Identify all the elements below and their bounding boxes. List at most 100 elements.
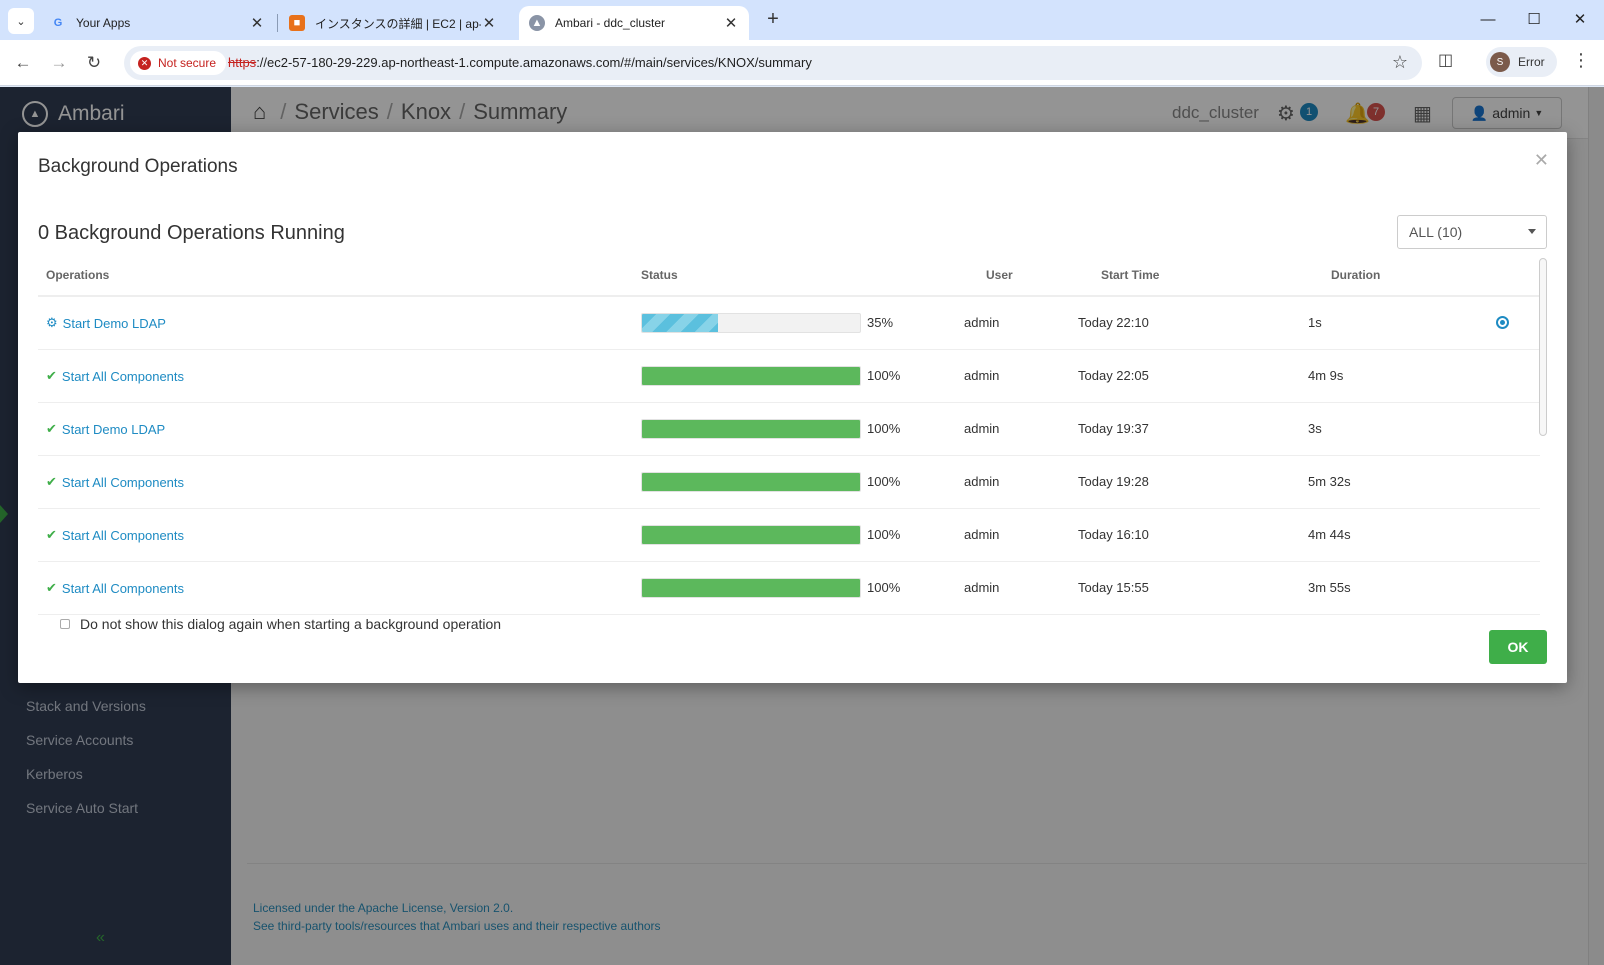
reload-icon[interactable]: ↻ [80,49,108,77]
operation-link[interactable]: ✔ Start All Components [46,527,184,543]
table-row: ✔ Start All Components 100% admin Today 19:2… [38,456,1540,509]
tab-your-apps[interactable]: G Your Apps ✕ [40,6,275,40]
operation-user: admin [964,368,1000,383]
operation-user: admin [964,315,1000,330]
background-operations-modal: Background Operations ✕ 0 Background Ope… [18,132,1567,683]
check-icon: ✔ [46,580,57,595]
progress-fill [642,526,860,544]
progress-percent: 100% [867,368,901,383]
close-icon[interactable]: ✕ [1534,150,1549,171]
operation-link[interactable]: ✔ Start Demo LDAP [46,421,165,437]
warning-icon: ✕ [138,56,151,70]
dont-show-again[interactable]: Do not show this dialog again when start… [60,616,501,632]
address-bar[interactable]: ✕ Not secure https://ec2-57-180-29-229.a… [124,46,1422,80]
dont-show-label: Do not show this dialog again when start… [80,616,502,632]
table-header: Operations Status User Start Time Durati… [38,257,1540,297]
tab-ambari[interactable]: ▲ Ambari - ddc_cluster ✕ [519,6,749,40]
abort-operation-icon[interactable] [1496,316,1509,329]
back-icon[interactable]: ← [9,49,37,77]
check-icon: ✔ [46,474,57,489]
minimize-icon[interactable]: — [1468,6,1508,34]
progress-bar [641,419,861,439]
tab-ec2-instance[interactable]: ■ インスタンスの詳細 | EC2 | ap-nort ✕ [279,6,507,40]
progress-fill [642,314,719,332]
chevron-down-icon [1528,229,1536,234]
operation-link[interactable]: ✔ Start All Components [46,474,184,490]
gears-icon: ⚙ [46,315,58,330]
operation-duration: 3s [1308,421,1322,436]
filter-value: ALL (10) [1409,224,1463,240]
new-tab-icon[interactable]: + [760,8,786,31]
operation-name: Start All Components [61,368,185,384]
browser-tab-strip: ⌄ G Your Apps ✕ ■ インスタンスの詳細 | EC2 | ap-n… [0,0,1604,40]
progress-bar [641,366,861,386]
aws-icon: ■ [289,15,305,31]
col-status: Status [641,268,678,282]
col-start-time: Start Time [1101,268,1160,282]
operations-filter-select[interactable]: ALL (10) [1397,215,1547,249]
profile-button[interactable]: S Error [1486,47,1557,77]
operation-user: admin [964,474,1000,489]
tab-title: Ambari - ddc_cluster [555,16,666,30]
progress-bar [641,578,861,598]
tab-title: Your Apps [76,16,131,30]
close-icon[interactable]: ✕ [723,14,739,32]
table-row: ✔ Start All Components 100% admin Today 15:5… [38,562,1540,615]
operation-duration: 4m 44s [1308,527,1351,542]
progress-fill [642,367,860,385]
operations-table: Operations Status User Start Time Durati… [38,257,1540,615]
col-user: User [986,268,1013,282]
modal-title: Background Operations [38,156,238,177]
tab-search-icon[interactable]: ⌄ [8,8,34,34]
forward-icon[interactable]: → [45,49,73,77]
col-duration: Duration [1331,268,1381,282]
tab-separator [277,14,278,32]
progress-percent: 100% [867,580,901,595]
window-close-icon[interactable]: ✕ [1560,6,1600,34]
table-row: ⚙ Start Demo LDAP 35% admin Today 22:10 1s [38,297,1540,350]
operation-link[interactable]: ✔ Start All Components [46,580,184,596]
operation-link[interactable]: ⚙ Start Demo LDAP [46,315,166,331]
table-row: ✔ Start All Components 100% admin Today 22:0… [38,350,1540,403]
close-icon[interactable]: ✕ [481,14,497,32]
operation-link[interactable]: ✔ Start All Components [46,368,184,384]
operation-start-time: Today 15:55 [1078,580,1149,595]
bookmark-star-icon[interactable]: ☆ [1392,52,1408,73]
progress-percent: 100% [867,527,901,542]
progress-fill [642,420,860,438]
operation-name: Start Demo LDAP [61,421,166,437]
running-count: 0 Background Operations Running [38,222,345,244]
operation-user: admin [964,580,1000,595]
browser-menu-icon[interactable]: ⋮ [1572,50,1590,71]
table-body: ⚙ Start Demo LDAP 35% admin Today 22:10 1s ✔ St… [38,297,1540,615]
operation-name: Start All Components [61,580,185,596]
operation-start-time: Today 19:28 [1078,474,1149,489]
table-row: ✔ Start All Components 100% admin Today 16:1… [38,509,1540,562]
security-chip[interactable]: ✕ Not secure [130,51,227,75]
ok-button[interactable]: OK [1489,630,1547,664]
operation-user: admin [964,421,1000,436]
operation-name: Start All Components [61,474,185,490]
browser-toolbar: ← → ↻ ✕ Not secure https://ec2-57-180-29… [0,40,1604,86]
operation-duration: 4m 9s [1308,368,1344,383]
progress-fill [642,473,860,491]
check-icon: ✔ [46,368,57,383]
progress-percent: 35% [867,315,894,330]
close-icon[interactable]: ✕ [249,14,265,32]
operation-name: Start Demo LDAP [62,315,166,331]
ambari-icon: ▲ [529,15,545,31]
maximize-icon[interactable]: ☐ [1514,6,1554,34]
operation-user: admin [964,527,1000,542]
google-icon: G [53,17,63,29]
check-icon: ✔ [46,527,57,542]
operation-start-time: Today 16:10 [1078,527,1149,542]
progress-percent: 100% [867,474,901,489]
progress-percent: 100% [867,421,901,436]
extensions-icon[interactable]: ◫ [1438,50,1453,70]
url-rest: ://ec2-57-180-29-229.ap-northeast-1.comp… [256,55,812,70]
tab-title: インスタンスの詳細 | EC2 | ap-nort [315,16,481,31]
dont-show-checkbox[interactable] [60,619,70,629]
avatar: S [1490,52,1510,72]
url-text[interactable]: https://ec2-57-180-29-229.ap-northeast-1… [228,55,812,70]
table-scrollbar[interactable] [1539,258,1547,436]
